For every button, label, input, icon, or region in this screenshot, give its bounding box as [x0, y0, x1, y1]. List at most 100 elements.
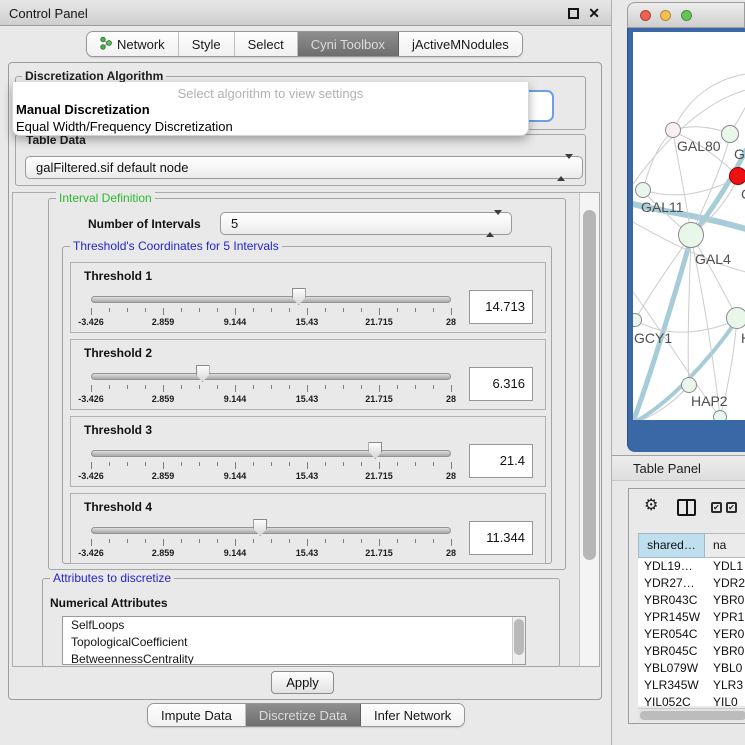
mac-zoom-icon[interactable] — [681, 10, 692, 21]
cell-name: YDR2 — [713, 575, 745, 592]
threshold-slider-track[interactable] — [91, 373, 451, 380]
table-row[interactable]: YDL19…YDL1 — [638, 558, 745, 575]
tab-network[interactable]: Network — [87, 32, 179, 56]
list-item-selfloops[interactable]: SelfLoops — [63, 617, 525, 634]
network-node[interactable] — [678, 222, 704, 248]
tick-label: -3.426 — [78, 471, 104, 481]
cell-shared-name: YDR27… — [644, 575, 695, 592]
tick-mark — [325, 385, 326, 389]
tick-label: 9.144 — [224, 471, 247, 481]
tick-mark — [433, 539, 434, 543]
tab-label: Style — [192, 37, 221, 52]
threshold-slider-track[interactable] — [91, 450, 451, 457]
threshold-slider-track[interactable] — [91, 296, 451, 303]
tab-discretize-data[interactable]: Discretize Data — [246, 704, 361, 726]
attributes-group-title: Attributes to discretize — [50, 572, 174, 585]
threshold-label: Threshold 2 — [84, 346, 152, 360]
table-row[interactable]: YLR345WYLR3 — [638, 677, 745, 694]
horizontal-scrollbar[interactable] — [638, 708, 745, 721]
threshold-slider-track[interactable] — [91, 527, 451, 534]
cell-shared-name: YIL052C — [644, 694, 691, 706]
dropdown-option-equal-width-frequency[interactable]: Equal Width/Frequency Discretization — [16, 119, 233, 134]
dropdown-prompt-item[interactable]: Select algorithm to view settings — [13, 86, 528, 101]
tab-impute-data[interactable]: Impute Data — [148, 704, 246, 726]
tick-mark — [181, 462, 182, 466]
table-row[interactable]: YBL079WYBL0 — [638, 660, 745, 677]
tick-mark — [307, 462, 308, 469]
list-item-topologicalcoefficient[interactable]: TopologicalCoefficient — [63, 634, 525, 651]
mac-close-icon[interactable] — [640, 10, 651, 21]
tick-mark — [289, 539, 290, 543]
table-row[interactable]: YBR043CYBR0 — [638, 592, 745, 609]
network-canvas[interactable]: GAL80GACGAL11GAL4GCY1HHAP2 — [633, 32, 745, 420]
threshold-value-field[interactable]: 14.713 — [469, 290, 533, 324]
table-row[interactable]: YIL052CYIL0 — [638, 694, 745, 706]
network-node[interactable] — [713, 410, 727, 420]
tab-infer-network[interactable]: Infer Network — [361, 704, 464, 726]
vertical-scrollbar[interactable] — [579, 193, 599, 666]
list-item-betweennesscentrality[interactable]: BetweennessCentrality — [63, 651, 525, 665]
tick-mark — [217, 539, 218, 543]
network-node[interactable] — [665, 122, 681, 138]
threshold-panel-3: Threshold 3-3.4262.8599.14415.4321.71528… — [70, 416, 546, 487]
tick-mark — [127, 308, 128, 312]
network-node[interactable] — [721, 125, 739, 143]
tick-mark — [109, 462, 110, 466]
tab-label: Select — [248, 37, 284, 52]
algorithm-dropdown-popup: Select algorithm to view settings Manual… — [12, 82, 529, 136]
network-node[interactable] — [635, 182, 651, 198]
threshold-value-field[interactable]: 6.316 — [469, 367, 533, 401]
threshold-value-field[interactable]: 11.344 — [469, 521, 533, 555]
network-node[interactable] — [726, 307, 745, 329]
horizontal-scrollbar-thumb[interactable] — [640, 711, 745, 720]
table-data-combo[interactable]: galFiltered.sif default node — [25, 156, 583, 179]
tick-mark — [253, 462, 254, 466]
tick-label: 15.43 — [296, 317, 319, 327]
threshold-label: Threshold 1 — [84, 269, 152, 283]
cell-name: YDL1 — [713, 558, 743, 575]
network-node[interactable] — [729, 167, 745, 185]
tick-mark — [415, 308, 416, 312]
mac-minimize-icon[interactable] — [660, 10, 671, 21]
tick-mark — [397, 308, 398, 312]
list-scrollbar[interactable] — [512, 617, 525, 664]
network-node[interactable] — [681, 377, 697, 393]
cell-shared-name: YBR043C — [644, 592, 697, 609]
apply-button[interactable]: Apply — [271, 671, 334, 694]
tab-style[interactable]: Style — [179, 32, 235, 56]
tick-mark — [343, 385, 344, 389]
tick-mark — [361, 539, 362, 543]
control-panel-titlebar: Control Panel ✕ — [0, 0, 611, 26]
dropdown-option-manual-discretization[interactable]: Manual Discretization — [16, 102, 150, 117]
column-header-name[interactable]: na — [705, 533, 745, 558]
table-row[interactable]: YPR145WYPR1 — [638, 609, 745, 626]
threshold-value-field[interactable]: 21.4 — [469, 444, 533, 478]
table-panel-bar: Table Panel — [612, 455, 745, 481]
table-row[interactable]: YER054CYER0 — [638, 626, 745, 643]
number-of-intervals-value: 5 — [231, 213, 238, 234]
threshold-panel-1: Threshold 1-3.4262.8599.14415.4321.71528… — [70, 262, 546, 333]
gear-icon[interactable]: ⚙ — [644, 495, 658, 515]
vertical-scrollbar-thumb[interactable] — [583, 210, 596, 560]
list-scrollbar-thumb[interactable] — [514, 619, 524, 655]
checkbox-icon[interactable]: ✔ — [726, 502, 737, 513]
tab-select[interactable]: Select — [235, 32, 298, 56]
checkbox-icon[interactable]: ✔ — [711, 502, 722, 513]
number-of-intervals-spinner[interactable]: 5 — [220, 212, 512, 235]
numerical-attributes-list[interactable]: SelfLoopsTopologicalCoefficientBetweenne… — [62, 616, 526, 665]
tick-label: -3.426 — [78, 548, 104, 558]
table-row[interactable]: YDR27… YDR2 — [638, 575, 745, 592]
close-icon[interactable]: ✕ — [588, 5, 600, 22]
column-browser-icon[interactable] — [677, 499, 696, 516]
float-window-icon[interactable] — [568, 8, 579, 19]
tick-mark — [199, 385, 200, 389]
column-header-shared-name[interactable]: shared… — [638, 533, 705, 558]
tick-mark — [433, 462, 434, 466]
tab-jactivemnodules[interactable]: jActiveMNodules — [399, 32, 522, 56]
table-row[interactable]: YBR045CYBR0 — [638, 643, 745, 660]
tab-cyni-toolbox[interactable]: Cyni Toolbox — [298, 32, 399, 56]
table-panel-body: ⚙ ✔ ✔ shared… na YDL19…YDL1YDR27…YDR2YBR… — [628, 488, 745, 724]
tick-mark — [451, 539, 452, 546]
tick-mark — [91, 385, 92, 392]
top-tab-strip: Network Style Select Cyni ToolboxjActiveMNo… — [86, 31, 523, 57]
